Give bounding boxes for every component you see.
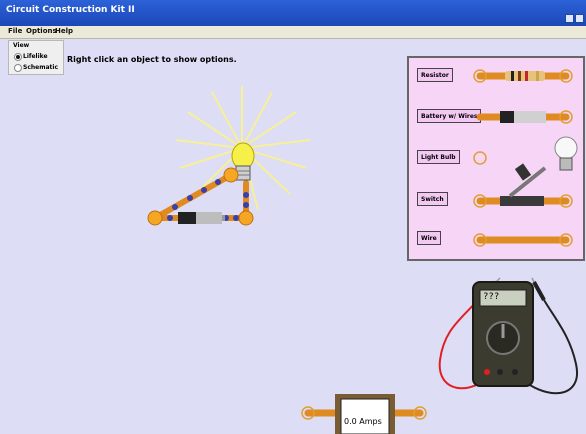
ammeter-icon[interactable] xyxy=(335,394,395,434)
ammeter-group xyxy=(301,394,427,434)
ammeter-reading: 0.0 Amps xyxy=(344,417,382,426)
